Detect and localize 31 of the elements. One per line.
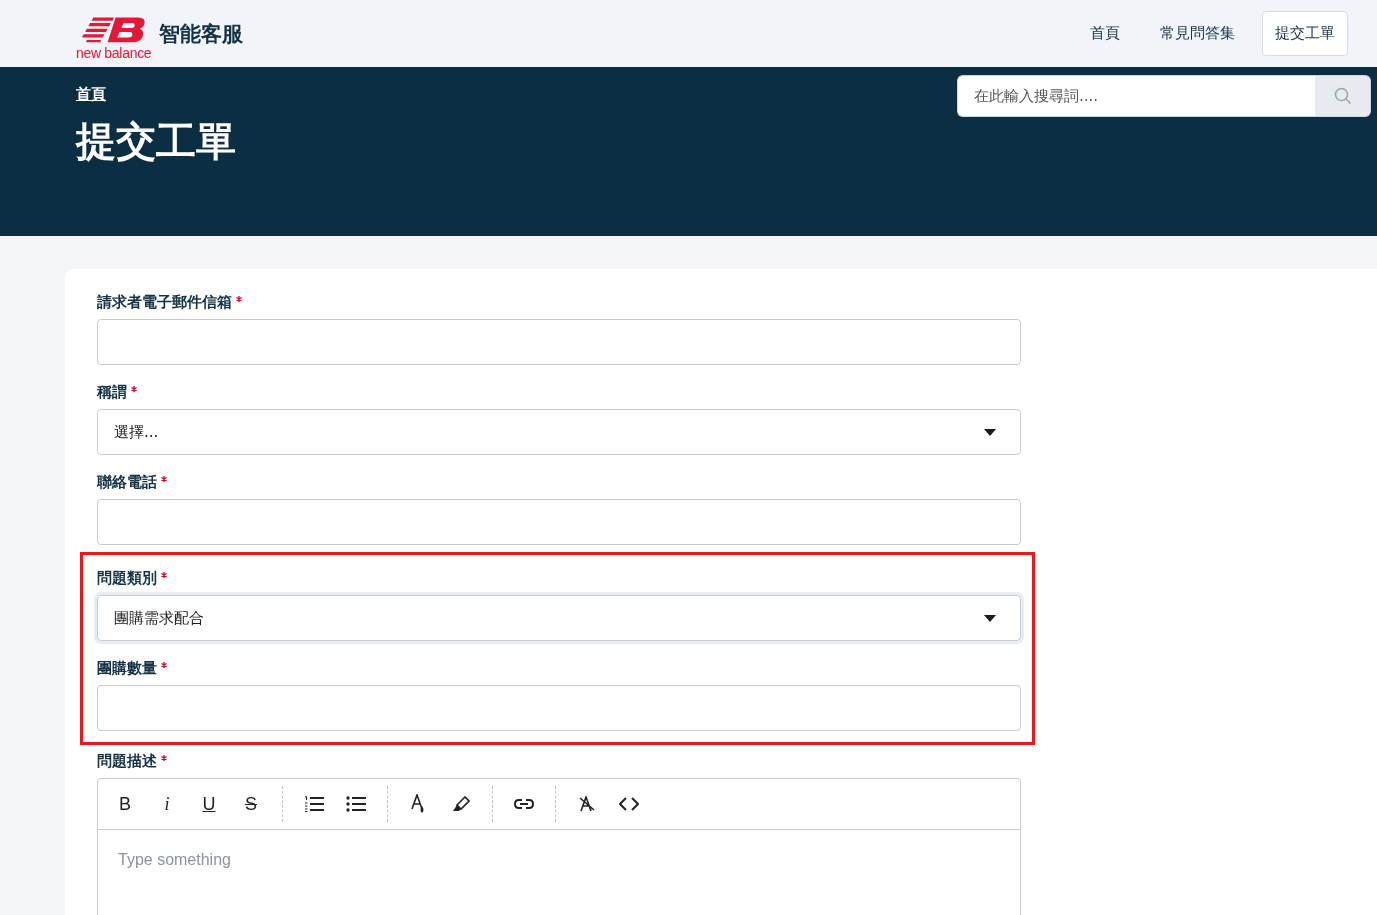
- field-label: 請求者電子郵件信箱: [97, 293, 232, 312]
- breadcrumb-link[interactable]: 首頁: [76, 85, 106, 104]
- underline-button[interactable]: U: [190, 788, 228, 820]
- caret-icon: [984, 614, 996, 622]
- brand-title: 智能客服: [159, 20, 244, 48]
- caret-icon: [984, 428, 996, 436]
- input-field[interactable]: [97, 499, 1021, 545]
- select-field[interactable]: 選擇...: [97, 409, 1021, 455]
- nav-link[interactable]: 提交工單: [1262, 11, 1348, 56]
- strike-button[interactable]: S: [232, 788, 270, 820]
- page-title: 提交工單: [76, 117, 236, 166]
- italic-button[interactable]: i: [148, 788, 186, 820]
- field-label: 問題類別: [97, 569, 157, 588]
- field-label: 團購數量: [97, 659, 157, 678]
- clear-format-icon: [579, 796, 595, 812]
- code-icon: [619, 797, 639, 811]
- nav-link[interactable]: 常見問答集: [1147, 11, 1248, 56]
- marker-icon: [452, 796, 470, 812]
- bold-button[interactable]: B: [106, 788, 144, 820]
- numbered-list-icon: [304, 796, 324, 812]
- input-field[interactable]: [97, 319, 1021, 365]
- link-icon: [514, 798, 534, 810]
- nav-link[interactable]: 首頁: [1077, 11, 1133, 56]
- bullet-list-icon: [346, 796, 366, 812]
- input-field[interactable]: [97, 685, 1021, 731]
- field-label: 稱謂: [97, 383, 127, 402]
- field-label: 問題描述: [97, 752, 157, 771]
- editor-placeholder: Type something: [118, 851, 231, 868]
- select-field[interactable]: 團購需求配合: [97, 595, 1021, 641]
- field-label: 聯絡電話: [97, 473, 157, 492]
- brand-wordmark: new balance: [76, 45, 152, 61]
